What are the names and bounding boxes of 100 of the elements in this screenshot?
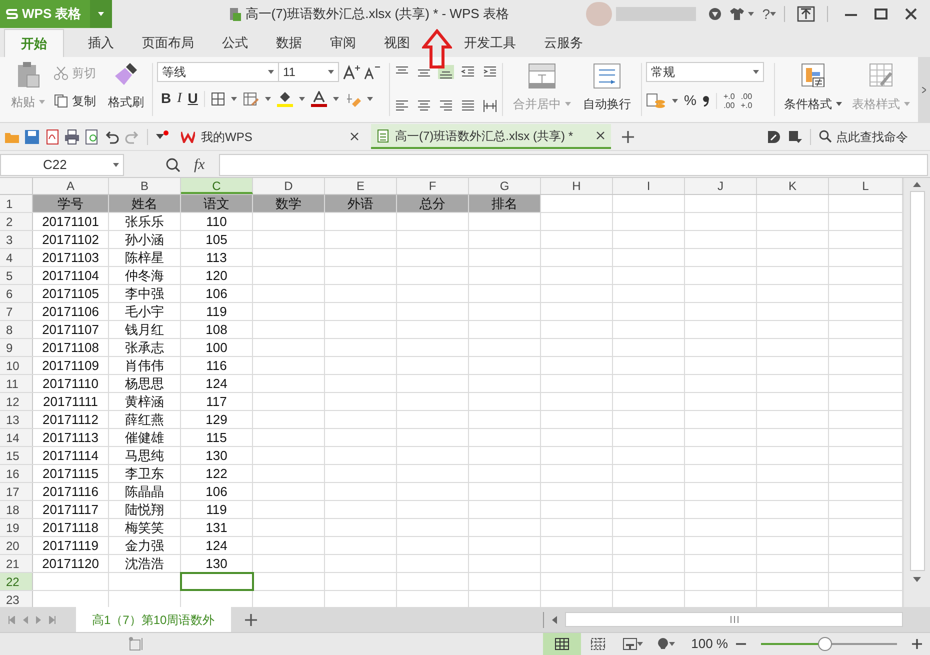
row-header[interactable]: 4 xyxy=(0,249,33,266)
pdf-export-icon[interactable] xyxy=(44,128,60,144)
increase-indent-icon[interactable] xyxy=(482,65,498,79)
upload-icon[interactable] xyxy=(797,6,815,22)
font-color-icon[interactable] xyxy=(310,90,327,106)
distribute-icon[interactable] xyxy=(482,98,498,112)
row-header[interactable]: 20 xyxy=(0,537,33,554)
row-header[interactable]: 5 xyxy=(0,267,33,284)
number-format-dropdown[interactable]: 常规 xyxy=(646,62,764,82)
row-header[interactable]: 8 xyxy=(0,321,33,338)
bold-button[interactable]: B xyxy=(161,88,172,109)
row-header[interactable]: 15 xyxy=(0,447,33,464)
menu-tab[interactable]: 开始 xyxy=(4,29,64,57)
caret-icon[interactable] xyxy=(669,642,676,646)
row-header[interactable]: 11 xyxy=(0,375,33,392)
formula-input[interactable] xyxy=(218,154,928,176)
document-tab[interactable]: 高一(7)班语数外汇总.xlsx (共享) * xyxy=(371,124,611,149)
cell-style-icon[interactable] xyxy=(242,92,259,106)
caret-icon[interactable] xyxy=(672,98,678,102)
print-preview-icon[interactable] xyxy=(84,128,100,144)
font-size-dropdown[interactable]: 11 xyxy=(279,62,339,82)
borders-icon[interactable] xyxy=(210,92,225,106)
row-header[interactable]: 6 xyxy=(0,285,33,302)
row-header[interactable]: 12 xyxy=(0,393,33,410)
row-header[interactable]: 13 xyxy=(0,411,33,428)
caret-icon[interactable] xyxy=(230,96,237,100)
close-icon[interactable] xyxy=(596,131,605,140)
scroll-left-icon[interactable] xyxy=(552,616,557,624)
currency-icon[interactable] xyxy=(646,92,666,108)
document-action-icon[interactable] xyxy=(766,130,780,144)
caret-icon[interactable] xyxy=(748,12,754,16)
caret-icon[interactable] xyxy=(113,163,119,167)
zoom-lookup-icon[interactable] xyxy=(166,158,180,172)
close-icon[interactable] xyxy=(904,7,918,21)
scroll-up-icon[interactable] xyxy=(913,182,921,187)
comma-style-icon[interactable] xyxy=(702,94,710,106)
column-header[interactable]: I xyxy=(613,178,685,194)
zoom-in-icon[interactable] xyxy=(912,639,922,649)
row-header[interactable]: 17 xyxy=(0,483,33,500)
column-header[interactable]: D xyxy=(253,178,325,194)
row-header[interactable]: 19 xyxy=(0,519,33,536)
row-header[interactable]: 7 xyxy=(0,303,33,320)
menu-tab[interactable]: 公式 xyxy=(214,29,256,57)
slider-thumb[interactable] xyxy=(818,637,832,651)
align-center-icon[interactable] xyxy=(416,98,432,112)
page-break-view-icon[interactable] xyxy=(591,638,606,650)
dropdown-box-icon[interactable] xyxy=(788,130,802,144)
menu-tab[interactable]: 页面布局 xyxy=(134,29,202,57)
justify-icon[interactable] xyxy=(460,98,476,112)
horizontal-scroll-thumb[interactable] xyxy=(565,612,903,627)
add-sheet-icon[interactable] xyxy=(244,614,257,626)
menu-tab[interactable]: 审阅 xyxy=(322,29,364,57)
column-header[interactable]: F xyxy=(397,178,469,194)
column-header[interactable]: E xyxy=(325,178,397,194)
layout-icon[interactable] xyxy=(623,638,638,650)
menu-tab[interactable]: 云服务 xyxy=(536,29,591,57)
row-header[interactable]: 21 xyxy=(0,555,33,572)
eye-care-icon[interactable] xyxy=(657,637,670,651)
caret-icon[interactable] xyxy=(332,96,339,100)
skin-icon[interactable] xyxy=(708,7,722,21)
maximize-icon[interactable] xyxy=(874,7,888,21)
help-button[interactable]: ? xyxy=(762,4,770,24)
caret-icon[interactable] xyxy=(770,12,776,16)
caret-icon[interactable] xyxy=(264,96,271,100)
row-header[interactable]: 16 xyxy=(0,465,33,482)
decrease-indent-icon[interactable] xyxy=(460,65,476,79)
shrink-font-icon[interactable] xyxy=(363,64,381,80)
copy-button[interactable]: 复制 xyxy=(54,92,96,110)
document-tab[interactable]: 我的WPS xyxy=(175,124,365,149)
row-header[interactable]: 22 xyxy=(0,573,33,590)
column-header[interactable]: H xyxy=(541,178,613,194)
command-search-field[interactable]: 点此查找命令 xyxy=(819,128,924,146)
row-header[interactable]: 9 xyxy=(0,339,33,356)
caret-icon[interactable] xyxy=(98,12,104,16)
insert-function-button[interactable]: fx xyxy=(194,154,205,176)
vertical-scrollbar[interactable] xyxy=(903,178,930,607)
scroll-thumb[interactable] xyxy=(910,191,924,571)
menu-tab[interactable]: 数据 xyxy=(268,29,310,57)
row-header[interactable]: 14 xyxy=(0,429,33,446)
row-header[interactable]: 23 xyxy=(0,591,33,607)
save-icon[interactable] xyxy=(24,128,40,144)
column-header[interactable]: J xyxy=(685,178,757,194)
normal-view-button[interactable] xyxy=(543,633,582,655)
column-header[interactable]: K xyxy=(757,178,829,194)
caret-icon[interactable] xyxy=(298,96,305,100)
column-header[interactable]: G xyxy=(469,178,541,194)
scroll-down-icon[interactable] xyxy=(913,577,921,582)
caret-icon[interactable] xyxy=(836,102,842,106)
fill-color-icon[interactable] xyxy=(276,90,293,106)
caret-icon[interactable] xyxy=(637,642,644,646)
row-header[interactable]: 1 xyxy=(0,195,33,212)
sheet-tab[interactable]: 高1（7）第10周语数外 xyxy=(76,607,231,632)
name-box[interactable]: C22 xyxy=(0,154,124,176)
italic-button[interactable]: I xyxy=(177,88,182,109)
active-cell[interactable] xyxy=(181,573,253,590)
align-right-icon[interactable] xyxy=(438,98,454,112)
font-name-dropdown[interactable]: 等线 xyxy=(157,62,279,82)
increase-decimal-button[interactable]: +.0 .00 xyxy=(723,92,735,110)
row-header[interactable]: 2 xyxy=(0,213,33,230)
align-left-icon[interactable] xyxy=(394,98,410,112)
